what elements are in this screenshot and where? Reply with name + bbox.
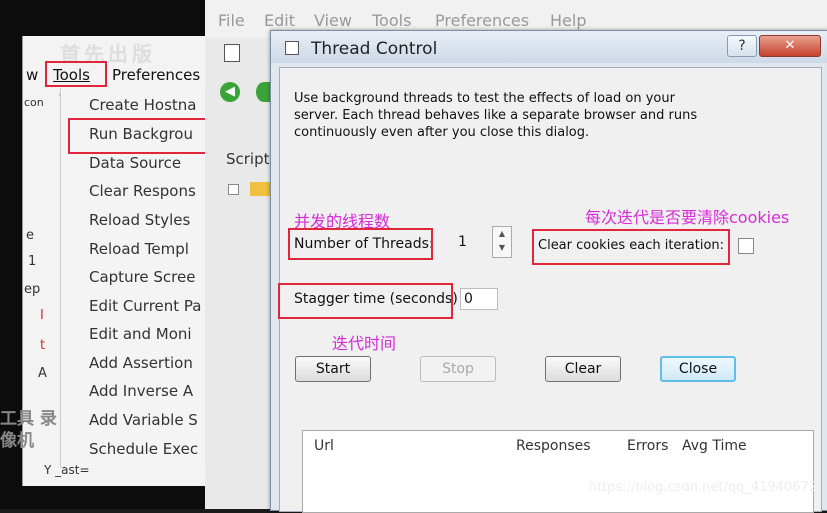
dialog-title: Thread Control	[311, 39, 438, 59]
folder-icon	[250, 182, 270, 196]
new-file-icon[interactable]	[224, 44, 240, 62]
tree-expand-icon[interactable]	[228, 184, 239, 195]
clear-button[interactable]: Clear	[545, 356, 621, 382]
side-fragment: 1	[28, 254, 37, 269]
side-fragment: I	[40, 308, 44, 323]
stop-button[interactable]: Stop	[420, 356, 496, 382]
dialog-app-icon	[285, 41, 299, 55]
menubar-preferences[interactable]: Preferences	[112, 66, 200, 84]
back-menu-tools[interactable]: Tools	[372, 11, 411, 30]
watermark: https://blog.csdn.net/qq_41940672	[588, 480, 817, 495]
back-arrow-icon[interactable]: ◀	[220, 82, 240, 102]
side-fragment: e	[26, 228, 34, 243]
back-menu-edit[interactable]: Edit	[264, 11, 295, 30]
menu-item-data-source[interactable]: Data Source	[89, 154, 181, 172]
back-menu-preferences[interactable]: Preferences	[435, 11, 529, 30]
menu-item-add-variable[interactable]: Add Variable S	[89, 411, 198, 429]
back-menu-view[interactable]: View	[314, 11, 352, 30]
overlay-watermark-text: 工具 录像机	[0, 409, 57, 451]
stagger-highlight-box	[278, 283, 453, 319]
start-button[interactable]: Start	[295, 356, 371, 382]
column-header-avg-time[interactable]: Avg Time	[682, 438, 747, 454]
menu-item-capture-screen[interactable]: Capture Scree	[89, 268, 195, 286]
threads-input[interactable]: 1	[458, 234, 467, 250]
menu-item-create-hostname[interactable]: Create Hostna	[89, 96, 196, 114]
menu-item-edit-current-page[interactable]: Edit Current Pa	[89, 297, 202, 315]
column-header-url[interactable]: Url	[314, 438, 334, 454]
thread-control-dialog: Thread Control ? ✕ Use background thread…	[270, 30, 827, 513]
bottom-code-fragment: Y _ast=	[44, 463, 90, 477]
menu-item-edit-and-monitor[interactable]: Edit and Moni	[89, 325, 192, 343]
menu-item-reload-templates[interactable]: Reload Templ	[89, 240, 189, 258]
annotation-cookies: 每次迭代是否要清除cookies	[585, 208, 790, 227]
column-header-responses[interactable]: Responses	[516, 438, 591, 454]
menu-item-add-assertion[interactable]: Add Assertion	[89, 354, 193, 372]
menubar-view[interactable]: w	[26, 66, 38, 84]
close-button[interactable]: Close	[660, 356, 736, 382]
side-fragment: con	[24, 96, 44, 109]
help-button[interactable]: ?	[727, 35, 757, 57]
side-fragment: A	[38, 366, 47, 381]
menu-item-clear-responses[interactable]: Clear Respons	[89, 182, 196, 200]
threads-highlight-box	[288, 228, 433, 260]
dialog-close-icon[interactable]: ✕	[759, 35, 821, 57]
dialog-body: Use background threads to test the effec…	[278, 67, 822, 513]
side-fragment: t	[40, 338, 46, 353]
tools-highlight-box	[45, 61, 107, 87]
menu-item-reload-stylesheets[interactable]: Reload Styles	[89, 211, 190, 229]
column-header-errors[interactable]: Errors	[627, 438, 668, 454]
script-tree-label: Script	[226, 150, 270, 168]
menu-item-schedule-execution[interactable]: Schedule Exec	[89, 440, 198, 458]
side-fragment: ep	[24, 282, 41, 297]
back-menu-help[interactable]: Help	[550, 11, 586, 30]
annotation-stagger: 迭代时间	[332, 334, 397, 353]
clear-cookies-checkbox[interactable]	[738, 238, 754, 254]
dialog-description: Use background threads to test the effec…	[294, 91, 698, 140]
back-menu-file[interactable]: File	[218, 11, 245, 30]
cookies-highlight-box	[532, 229, 730, 265]
stagger-input[interactable]: 0	[460, 288, 498, 310]
run-background-highlight-box	[68, 118, 210, 154]
menu-item-add-inverse-assertion[interactable]: Add Inverse A	[89, 382, 193, 400]
threads-spinner[interactable]: ▲ ▼	[492, 226, 512, 258]
